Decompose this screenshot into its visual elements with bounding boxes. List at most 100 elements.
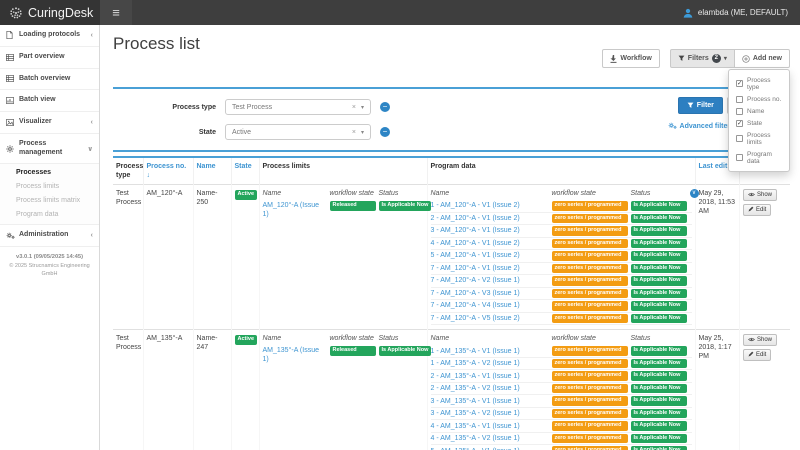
- program-data-link[interactable]: 3 - AM_120°-A - V1 (Issue 2): [431, 226, 549, 235]
- top-navbar: CuringDesk ≡ elambda (ME, DEFAULT): [0, 0, 800, 25]
- program-data-link[interactable]: 5 - AM_135°-A - V1 (Issue 1): [431, 447, 549, 450]
- checkbox-icon[interactable]: [736, 108, 743, 115]
- toolbar: Workflow Filters 2 ▾ Add new: [602, 49, 790, 68]
- program-data-link[interactable]: 7 - AM_120°-A - V5 (Issue 2): [431, 314, 549, 323]
- filter-option-label: Process type: [747, 77, 782, 91]
- filter-panel: Process typeTest Process×▾−StateActive×▾…: [113, 87, 790, 152]
- program-data-link[interactable]: 7 - AM_120°-A - V4 (Issue 1): [431, 301, 549, 310]
- program-data-link[interactable]: 1 - AM_120°-A - V1 (Issue 2): [431, 201, 549, 210]
- workflow-state-badge: zero series / programmed: [552, 409, 628, 419]
- user-menu[interactable]: elambda (ME, DEFAULT): [683, 0, 800, 25]
- filter-option-label: Program data: [747, 151, 782, 165]
- add-new-button[interactable]: Add new: [735, 49, 790, 68]
- filters-button-label: Filters: [688, 55, 709, 62]
- program-data-link[interactable]: 1 - AM_135°-A - V1 (Issue 1): [431, 347, 549, 356]
- status-badge: Is Applicable Now: [631, 201, 687, 211]
- process-limit-link[interactable]: AM_135°-A (Issue 1): [263, 346, 327, 364]
- edit-button[interactable]: Edit: [743, 204, 772, 216]
- program-data-link[interactable]: 4 - AM_120°-A - V1 (Issue 2): [431, 239, 549, 248]
- program-data-link[interactable]: 1 - AM_135°-A - V2 (Issue 1): [431, 359, 549, 368]
- program-data-link[interactable]: 7 - AM_120°-A - V3 (Issue 1): [431, 289, 549, 298]
- sidebar-toggle-button[interactable]: ≡: [100, 0, 132, 25]
- status-badge: Is Applicable Now: [631, 409, 687, 419]
- sidebar-item-program-data[interactable]: Program data: [0, 207, 99, 221]
- chevron-left-icon: ‹: [91, 232, 93, 239]
- caret-down-icon[interactable]: ▾: [361, 104, 364, 111]
- program-data-row: 5 - AM_120°-A - V1 (Issue 2)zero series …: [431, 250, 692, 263]
- program-data-link[interactable]: 7 - AM_120°-A - V2 (Issue 1): [431, 276, 549, 285]
- cell-program-data: Nameworkflow stateStatus1 - AM_135°-A - …: [427, 330, 695, 450]
- clear-icon[interactable]: ×: [352, 129, 356, 136]
- status-badge: Is Applicable Now: [631, 359, 687, 369]
- filter-option-state[interactable]: ✓State: [729, 117, 789, 129]
- program-data-link[interactable]: 2 - AM_135°-A - V1 (Issue 1): [431, 372, 549, 381]
- process-limit-link[interactable]: AM_120°-A (Issue 1): [263, 201, 327, 219]
- filter-option-process-no[interactable]: Process no.: [729, 93, 789, 105]
- filter-option-process-type[interactable]: ✓ Process type: [729, 74, 789, 93]
- cell-process-type: Test Process: [113, 330, 143, 450]
- column-header-process-limits: Process limits: [259, 157, 427, 185]
- checkbox-icon[interactable]: ✓: [736, 80, 743, 87]
- program-data-row: 7 - AM_120°-A - V3 (Issue 1)zero series …: [431, 288, 692, 301]
- column-header-name[interactable]: Name: [193, 157, 231, 185]
- sidebar-item-loading-protocols[interactable]: Loading protocols‹: [0, 25, 99, 47]
- show-button[interactable]: Show: [743, 189, 778, 201]
- program-data-link[interactable]: 4 - AM_135°-A - V1 (Issue 1): [431, 422, 549, 431]
- workflow-button[interactable]: Workflow: [602, 49, 659, 68]
- sidebar-menu: Loading protocols‹Part overviewBatch ove…: [0, 25, 99, 247]
- chevron-left-icon: ‹: [91, 32, 93, 39]
- program-data-link[interactable]: 3 - AM_135°-A - V2 (Issue 1): [431, 409, 549, 418]
- program-data-link[interactable]: 2 - AM_120°-A - V1 (Issue 2): [431, 214, 549, 223]
- workflow-state-badge: zero series / programmed: [552, 434, 628, 444]
- sidebar-item-administration[interactable]: Administration‹: [0, 225, 99, 247]
- sidebar-item-batch-overview[interactable]: Batch overview: [0, 69, 99, 91]
- column-header-program-data: Program data: [427, 157, 695, 185]
- sidebar-item-visualizer[interactable]: Visualizer‹: [0, 112, 99, 134]
- sidebar-item-process-limits-matrix[interactable]: Process limits matrix: [0, 193, 99, 207]
- status-badge: Is Applicable Now: [631, 289, 687, 299]
- file-icon: [6, 31, 15, 39]
- status-badge: Is Applicable Now: [631, 371, 687, 381]
- user-icon: [683, 8, 693, 18]
- checkbox-icon[interactable]: ✓: [736, 120, 743, 127]
- checkbox-icon[interactable]: [736, 96, 743, 103]
- show-button[interactable]: Show: [743, 334, 778, 346]
- program-data-row: 1 - AM_135°-A - V2 (Issue 1)zero series …: [431, 358, 692, 371]
- sidebar-item-part-overview[interactable]: Part overview: [0, 47, 99, 69]
- advanced-filters-link[interactable]: Advanced filters: [668, 122, 734, 130]
- caret-down-icon[interactable]: ▾: [361, 129, 364, 136]
- remove-filter-icon[interactable]: −: [380, 127, 390, 137]
- cell-actions: Show Edit: [739, 185, 790, 330]
- filters-button[interactable]: Filters 2 ▾: [670, 49, 735, 68]
- sidebar-item-process-management[interactable]: Process management∨: [0, 134, 99, 165]
- program-data-link[interactable]: 2 - AM_135°-A - V2 (Issue 1): [431, 384, 549, 393]
- program-data-link[interactable]: 7 - AM_120°-A - V1 (Issue 2): [431, 264, 549, 273]
- column-header-state[interactable]: State: [231, 157, 259, 185]
- status-badge: Is Applicable Now: [631, 226, 687, 236]
- program-data-link[interactable]: 3 - AM_135°-A - V1 (Issue 1): [431, 397, 549, 406]
- workflow-state-badge: zero series / programmed: [552, 276, 628, 286]
- checkbox-icon[interactable]: [736, 154, 743, 161]
- workflow-state-badge: Released: [330, 346, 376, 356]
- edit-button[interactable]: Edit: [743, 349, 772, 361]
- program-data-link[interactable]: 4 - AM_135°-A - V2 (Issue 1): [431, 434, 549, 443]
- checkbox-icon[interactable]: [736, 135, 743, 142]
- filter-button[interactable]: Filter: [678, 97, 723, 114]
- filter-option-process-limits[interactable]: Process limits: [729, 129, 789, 148]
- sidebar-item-processes[interactable]: Processes: [0, 165, 99, 179]
- process-limit-row: AM_135°-A (Issue 1)ReleasedIs Applicable…: [263, 345, 424, 364]
- program-data-link[interactable]: 5 - AM_120°-A - V1 (Issue 2): [431, 251, 549, 260]
- filter-select-state[interactable]: Active×▾: [225, 124, 371, 140]
- sidebar-item-batch-view[interactable]: Batch view: [0, 90, 99, 112]
- collapse-circle-icon[interactable]: ∨: [690, 189, 699, 198]
- clear-icon[interactable]: ×: [352, 104, 356, 111]
- column-header-process-no[interactable]: Process no. ↓: [143, 157, 193, 185]
- filters-dropdown: ✓ Process type Process no.Name✓StateProces…: [728, 69, 790, 172]
- brand[interactable]: CuringDesk: [0, 0, 100, 25]
- filter-option-program-data[interactable]: Program data: [729, 148, 789, 167]
- sidebar-item-process-limits[interactable]: Process limits: [0, 179, 99, 193]
- filter-option-name[interactable]: Name: [729, 105, 789, 117]
- remove-filter-icon[interactable]: −: [380, 102, 390, 112]
- filter-select-process-type[interactable]: Test Process×▾: [225, 99, 371, 115]
- cogs-icon: [6, 232, 15, 240]
